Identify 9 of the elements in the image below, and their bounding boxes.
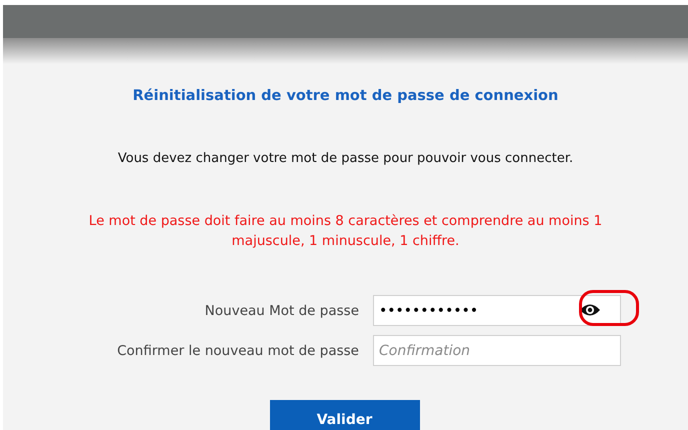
eye-icon[interactable]: [579, 303, 601, 317]
intro-text: Vous devez changer votre mot de passe pour pouvoir vous connecter.: [116, 151, 574, 166]
field-label: Nouveau Mot de passe: [204, 302, 359, 318]
password-rule-text: Le mot de passe doit faire au moins 8 caractères et comprendre au moins 1 majuscule, 1 minuscule, 1 chiffre.: [88, 212, 604, 251]
password-field[interactable]: ••••••••••••: [373, 295, 621, 326]
password-field[interactable]: Confirmation: [373, 335, 621, 366]
submit-button[interactable]: Valider: [270, 400, 420, 430]
field-label: Confirmer le nouveau mot de passe: [117, 342, 359, 358]
page-title: Réinitialisation de votre mot de passe de connexion: [132, 88, 560, 104]
